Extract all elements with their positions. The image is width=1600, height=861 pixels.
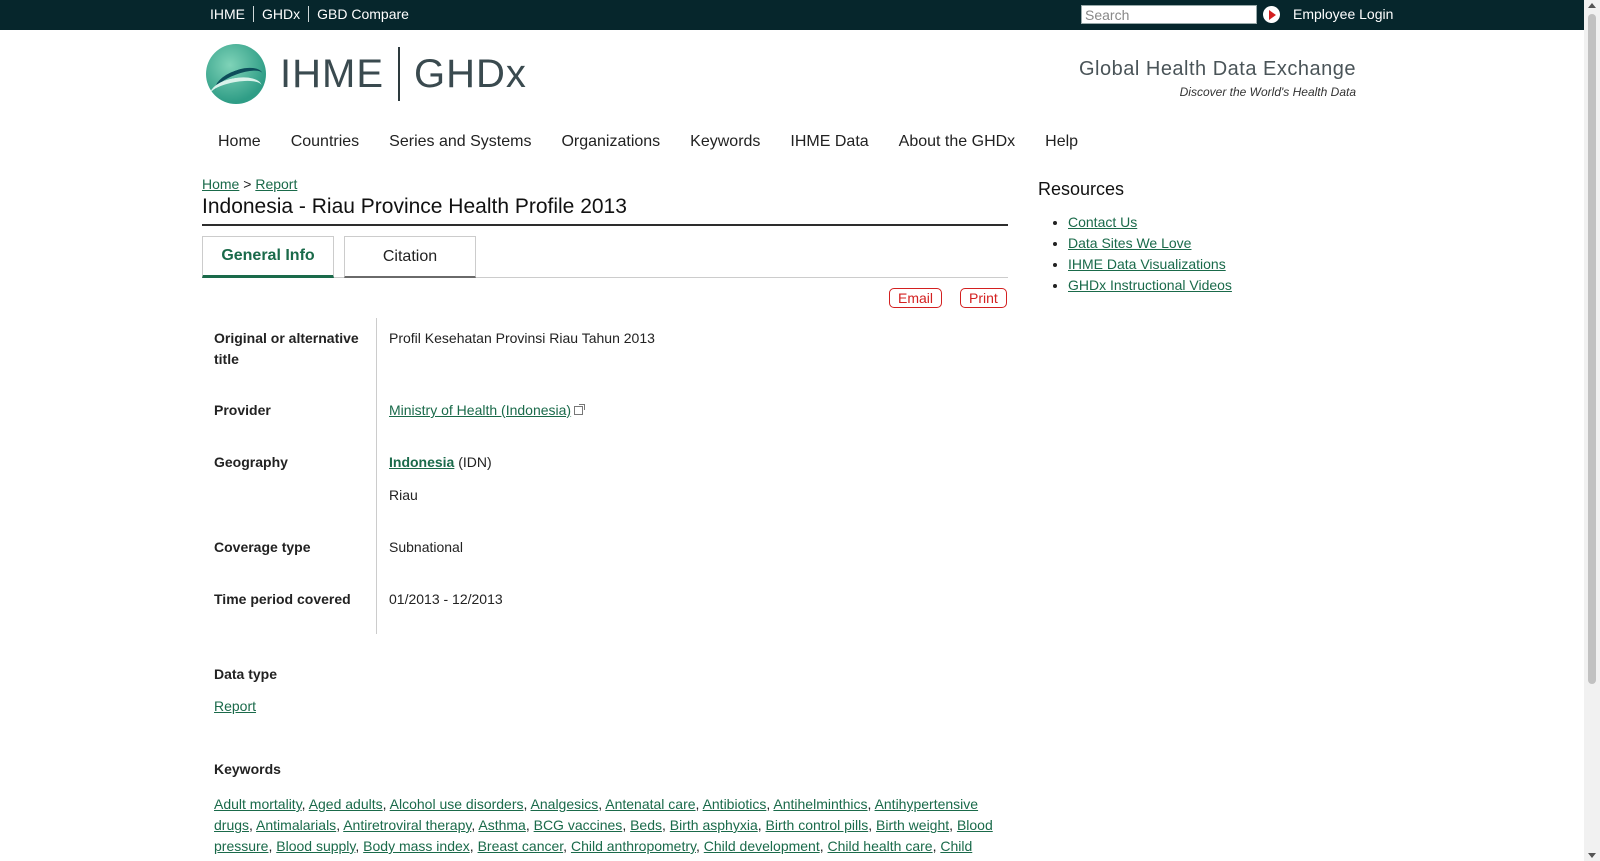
- resource-data-sites-we-love[interactable]: Data Sites We Love: [1068, 235, 1191, 251]
- resources-item: Data Sites We Love: [1068, 233, 1232, 254]
- keyword-link[interactable]: Birth weight: [876, 817, 949, 833]
- top-utility-bar: IHME GHDx GBD Compare Employee Login: [0, 0, 1584, 30]
- original-title-value: Profil Kesehatan Provinsi Riau Tahun 201…: [389, 330, 655, 346]
- keywords-label: Keywords: [214, 761, 281, 777]
- provider-label: Provider: [214, 402, 271, 418]
- nav-countries[interactable]: Countries: [291, 133, 359, 151]
- tab-citation[interactable]: Citation: [344, 236, 476, 278]
- keyword-link[interactable]: Child anthropometry: [571, 838, 696, 854]
- resource-contact-us[interactable]: Contact Us: [1068, 214, 1137, 230]
- nav-organizations[interactable]: Organizations: [561, 133, 660, 151]
- geography-country-code: (IDN): [458, 454, 492, 470]
- data-type-label: Data type: [214, 666, 278, 682]
- top-link-gbd-compare[interactable]: GBD Compare: [309, 6, 417, 22]
- details-divider: [376, 318, 377, 634]
- keyword-link[interactable]: Adult mortality: [214, 796, 302, 812]
- keyword-link[interactable]: Beds: [630, 817, 662, 833]
- time-period-label: Time period covered: [214, 591, 351, 607]
- keyword-link[interactable]: Antihelminthics: [773, 796, 867, 812]
- resources-item: IHME Data Visualizations: [1068, 254, 1232, 275]
- external-link-icon: [574, 404, 586, 415]
- logo-ihme-text: IHME: [280, 51, 384, 96]
- top-link-ihme[interactable]: IHME: [210, 6, 254, 22]
- breadcrumb-home[interactable]: Home: [202, 176, 239, 192]
- breadcrumb-report[interactable]: Report: [255, 176, 297, 192]
- scroll-thumb[interactable]: [1588, 14, 1596, 684]
- nav-home[interactable]: Home: [218, 133, 261, 151]
- geography-country-value: Indonesia (IDN): [389, 452, 492, 473]
- tagline-main: Global Health Data Exchange: [1079, 58, 1356, 80]
- provider-value: Ministry of Health (Indonesia): [389, 400, 586, 421]
- keyword-link[interactable]: Antimalarials: [256, 817, 336, 833]
- geography-label: Geography: [214, 454, 288, 470]
- time-period-value: 01/2013 - 12/2013: [389, 591, 503, 607]
- keyword-link[interactable]: Child: [940, 838, 972, 854]
- keyword-link[interactable]: Birth asphyxia: [670, 817, 758, 833]
- keyword-link[interactable]: Alcohol use disorders: [390, 796, 524, 812]
- keyword-link[interactable]: Analgesics: [531, 796, 599, 812]
- resources-list: Contact Us Data Sites We Love IHME Data …: [1038, 212, 1232, 296]
- breadcrumb: Home > Report: [202, 176, 297, 192]
- site-logo[interactable]: IHME GHDx: [206, 43, 527, 105]
- coverage-type-value: Subnational: [389, 539, 463, 555]
- record-tabs: General Info Citation: [202, 236, 1008, 278]
- page-title: Indonesia - Riau Province Health Profile…: [202, 195, 1008, 226]
- breadcrumb-separator: >: [243, 176, 252, 192]
- keyword-link[interactable]: Child health care: [828, 838, 933, 854]
- keywords-list: Adult mortality, Aged adults, Alcohol us…: [214, 796, 993, 854]
- nav-keywords[interactable]: Keywords: [690, 133, 760, 151]
- resources-item: Contact Us: [1068, 212, 1232, 233]
- keyword-link[interactable]: Body mass index: [363, 838, 470, 854]
- top-links: IHME GHDx GBD Compare: [210, 6, 417, 22]
- logo-divider: [398, 47, 400, 101]
- original-title-label: Original or alternative title: [214, 330, 359, 367]
- logo-ghdx-text: GHDx: [414, 51, 527, 96]
- resource-ihme-data-visualizations[interactable]: IHME Data Visualizations: [1068, 256, 1226, 272]
- resources-title: Resources: [1038, 179, 1125, 199]
- scroll-down-icon[interactable]: [1588, 853, 1596, 858]
- keyword-link[interactable]: Child development: [704, 838, 820, 854]
- site-tagline: Global Health Data Exchange Discover the…: [1000, 58, 1356, 99]
- resources-item: GHDx Instructional Videos: [1068, 275, 1232, 296]
- top-link-ghdx[interactable]: GHDx: [254, 6, 310, 22]
- scrollbar[interactable]: [1584, 0, 1600, 861]
- keyword-link[interactable]: Blood supply: [276, 838, 355, 854]
- ihme-globe-logo-icon: [206, 44, 266, 104]
- tagline-sub: Discover the World's Health Data: [1179, 85, 1356, 99]
- search-input[interactable]: [1081, 5, 1257, 24]
- email-button[interactable]: Email: [889, 288, 943, 308]
- data-type-link[interactable]: Report: [214, 698, 256, 714]
- employee-login-link[interactable]: Employee Login: [1293, 6, 1393, 22]
- scroll-up-icon[interactable]: [1588, 3, 1596, 8]
- keyword-link[interactable]: Antibiotics: [703, 796, 767, 812]
- nav-series-and-systems[interactable]: Series and Systems: [389, 133, 531, 151]
- coverage-type-label: Coverage type: [214, 539, 311, 555]
- print-button[interactable]: Print: [960, 288, 1007, 308]
- keyword-link[interactable]: Aged adults: [309, 796, 383, 812]
- nav-about-the-ghdx[interactable]: About the GHDx: [899, 133, 1016, 151]
- keyword-link[interactable]: Antenatal care: [605, 796, 695, 812]
- main-nav: Home Countries Series and Systems Organi…: [218, 133, 1108, 151]
- keyword-link[interactable]: Antiretroviral therapy: [343, 817, 471, 833]
- keyword-link[interactable]: Birth control pills: [766, 817, 869, 833]
- nav-help[interactable]: Help: [1045, 133, 1078, 151]
- resource-ghdx-instructional-videos[interactable]: GHDx Instructional Videos: [1068, 277, 1232, 293]
- keyword-link[interactable]: Asthma: [478, 817, 525, 833]
- keyword-link[interactable]: Breast cancer: [478, 838, 564, 854]
- search-go-icon[interactable]: [1263, 6, 1280, 23]
- tab-general-info[interactable]: General Info: [202, 236, 334, 278]
- geography-region: Riau: [389, 487, 418, 503]
- nav-ihme-data[interactable]: IHME Data: [790, 133, 868, 151]
- keyword-link[interactable]: BCG vaccines: [534, 817, 623, 833]
- geography-country-link[interactable]: Indonesia: [389, 454, 454, 470]
- provider-link[interactable]: Ministry of Health (Indonesia): [389, 402, 571, 418]
